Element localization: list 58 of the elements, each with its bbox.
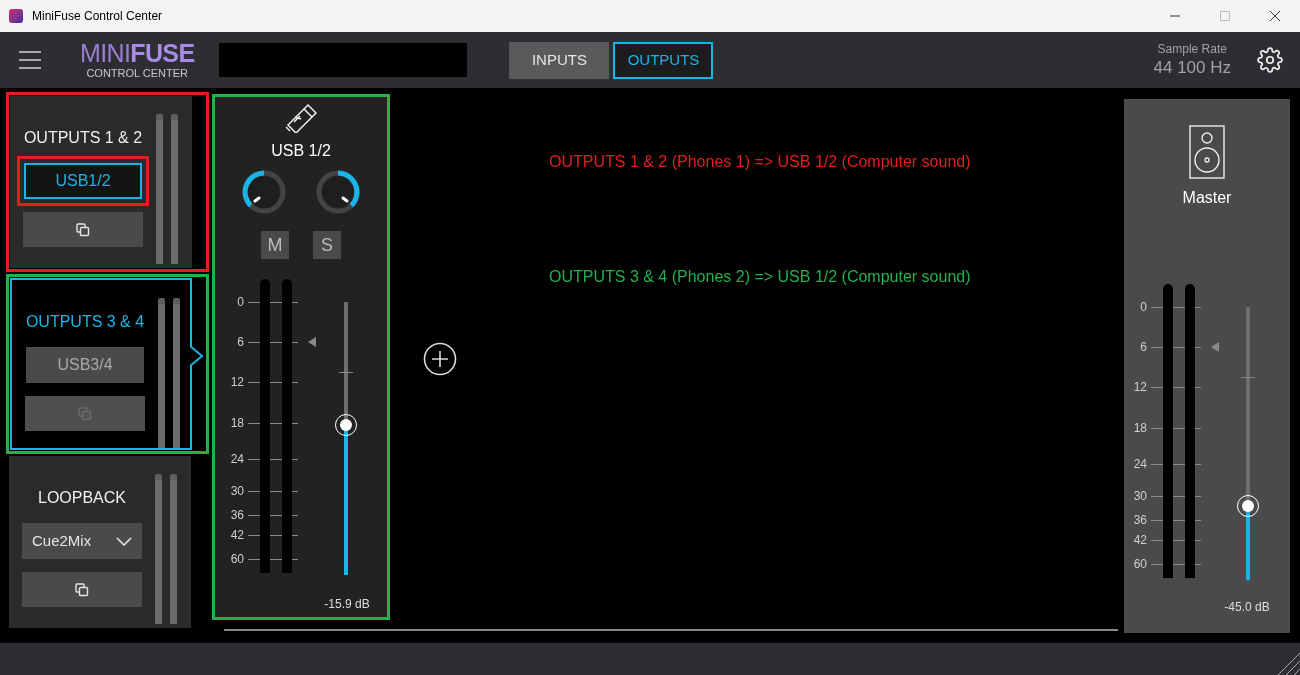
peak-marker-icon xyxy=(1211,342,1219,352)
source-dropdown[interactable]: Cue2Mix xyxy=(22,523,142,559)
scale-label: 60 xyxy=(229,553,244,565)
logo: MINIFUSE CONTROL CENTER xyxy=(80,41,195,79)
output-title: OUTPUTS 1 & 2 xyxy=(23,128,143,148)
copy-icon xyxy=(76,222,90,237)
source-button[interactable]: USB1/2 xyxy=(24,163,142,199)
source-button[interactable]: USB3/4 xyxy=(26,347,144,383)
close-icon[interactable] xyxy=(1270,11,1280,21)
output-title: LOOPBACK xyxy=(38,488,126,508)
settings-icon[interactable] xyxy=(1257,47,1283,73)
output-title: OUTPUTS 3 & 4 xyxy=(25,312,145,332)
scale-label: 18 xyxy=(1132,422,1147,434)
strip-title: USB 1/2 xyxy=(271,141,331,161)
menu-icon[interactable] xyxy=(19,51,41,69)
tab[interactable]: INPUTS xyxy=(509,41,610,79)
add-icon[interactable] xyxy=(423,342,457,376)
scale-label: 0 xyxy=(1139,301,1147,313)
master-title: Master xyxy=(1182,188,1232,208)
tab[interactable]: OUTPUTS xyxy=(613,41,714,79)
fader-reading: -15.9 dB xyxy=(324,596,370,613)
scale-label: 30 xyxy=(1132,490,1147,502)
sample-rate-label: Sample Rate xyxy=(1157,41,1227,57)
scale-label: 30 xyxy=(229,485,244,497)
scale-label: 18 xyxy=(229,417,244,429)
output-card[interactable]: OUTPUTS 1 & 2 USB1/2 xyxy=(10,96,192,268)
scale-label: 42 xyxy=(1132,534,1147,546)
speaker-icon xyxy=(1189,125,1225,179)
scale-label: 6 xyxy=(1139,341,1147,353)
scale-label: 60 xyxy=(1132,558,1147,570)
copy-icon xyxy=(78,406,92,421)
chevron-down-icon xyxy=(116,536,132,546)
peak-marker-icon xyxy=(308,337,316,347)
output-card[interactable]: OUTPUTS 3 & 4 USB3/4 xyxy=(10,278,192,450)
scale-label: 42 xyxy=(229,529,244,541)
annotation-note: OUTPUTS 1 & 2 (Phones 1) => USB 1/2 (Computer sound) xyxy=(549,152,972,172)
scale-label: 6 xyxy=(236,336,244,348)
resize-grip-icon[interactable] xyxy=(1276,651,1300,675)
scale-label: 24 xyxy=(229,453,244,465)
scale-label: 24 xyxy=(1132,458,1147,470)
sample-rate-value: 44 100 Hz xyxy=(1153,56,1231,79)
app-icon xyxy=(9,9,23,23)
annotation-note: OUTPUTS 3 & 4 (Phones 2) => USB 1/2 (Computer sound) xyxy=(549,267,972,287)
scroll-bar[interactable] xyxy=(224,629,1118,631)
fader-reading: -45.0 dB xyxy=(1224,599,1270,616)
output-card[interactable]: LOOPBACK Cue2Mix xyxy=(9,456,191,628)
pan-knob[interactable] xyxy=(241,169,287,215)
scale-label: 12 xyxy=(229,376,244,388)
solo-button[interactable]: S xyxy=(313,231,341,259)
scale-label: 0 xyxy=(236,296,244,308)
scale-label: 36 xyxy=(1132,514,1147,526)
usb-icon xyxy=(284,103,318,133)
scale-label: 36 xyxy=(229,509,244,521)
pan-knob[interactable] xyxy=(315,169,361,215)
mute-button[interactable]: M xyxy=(261,231,289,259)
copy-icon xyxy=(75,582,89,597)
scale-label: 12 xyxy=(1132,381,1147,393)
window-title: MiniFuse Control Center xyxy=(32,8,163,25)
